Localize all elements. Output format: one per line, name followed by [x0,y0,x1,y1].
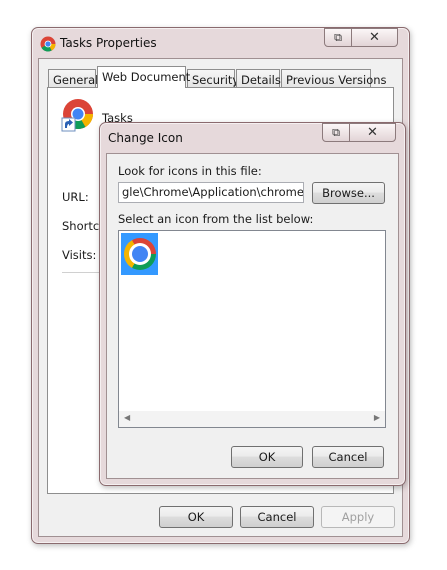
look-for-label: Look for icons in this file: [118,164,262,178]
shortcut-icon [61,98,95,132]
chrome-icon [123,238,156,270]
window-title: Tasks Properties [60,36,157,50]
scroll-left-icon[interactable]: ◀ [124,413,130,422]
icon-list-item[interactable] [121,233,158,275]
apply-button: Apply [321,506,395,528]
cancel-button[interactable]: Cancel [240,506,314,528]
tab-previous-versions[interactable]: Previous Versions [281,69,387,88]
dialog-ok-button[interactable]: OK [231,446,303,468]
dialog-restore-button[interactable]: ⧉ [322,123,350,142]
file-path-field[interactable]: gle\Chrome\Application\chrome.exe [118,182,304,203]
tab-web-document[interactable]: Web Document [97,66,190,88]
restore-icon: ⧉ [334,30,342,44]
change-icon-dialog: Change Icon ⧉ ✕ Look for icons in this f… [99,122,406,486]
window-app-icon [40,36,56,55]
dialog-client: Look for icons in this file: gle\Chrome\… [106,153,399,479]
scroll-right-icon[interactable]: ▶ [374,413,380,422]
ok-button[interactable]: OK [159,506,233,528]
visits-label: Visits: [62,248,97,262]
tab-details[interactable]: Details [236,69,281,88]
dialog-title: Change Icon [108,131,183,145]
close-icon: ✕ [369,30,380,45]
url-label: URL: [62,190,89,204]
restore-icon: ⧉ [332,125,340,139]
browse-button[interactable]: Browse... [312,182,385,204]
close-icon: ✕ [367,125,378,140]
properties-titlebar[interactable]: Tasks Properties ⧉ ✕ [32,28,409,58]
dialog-titlebar[interactable]: Change Icon ⧉ ✕ [100,123,405,153]
close-button[interactable]: ✕ [351,28,398,47]
restore-button[interactable]: ⧉ [324,28,352,47]
horizontal-scrollbar[interactable]: ◀ ▶ [119,411,385,427]
tab-general[interactable]: General [48,69,98,88]
icon-list[interactable]: ◀ ▶ [118,230,386,428]
dialog-close-button[interactable]: ✕ [349,123,396,142]
tab-security[interactable]: Security [187,69,239,88]
select-icon-label: Select an icon from the list below: [118,212,314,226]
dialog-cancel-button[interactable]: Cancel [312,446,384,468]
